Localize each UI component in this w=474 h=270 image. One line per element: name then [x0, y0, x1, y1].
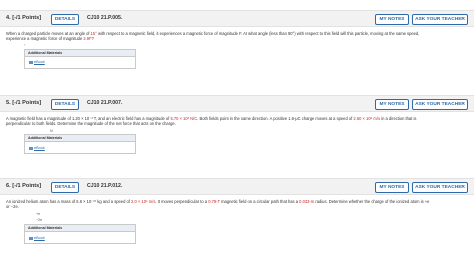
ebook-link[interactable]: eBook	[29, 236, 45, 240]
additional-materials: Additional Materials eBook	[24, 49, 136, 69]
option-minus-2e[interactable]: −2e	[36, 218, 42, 222]
ask-your-teacher-button[interactable]: ASK YOUR TEACHER	[412, 99, 468, 110]
additional-materials-title: Additional Materials	[25, 50, 135, 57]
question-text: When a charged particle moves at an angl…	[6, 31, 420, 42]
additional-materials-title: Additional Materials	[25, 135, 135, 142]
ebook-link[interactable]: eBook	[29, 60, 45, 64]
question-header: 6. [-/1 Points] DETAILS CJ10 21.P.012. M…	[0, 178, 474, 195]
additional-materials: Additional Materials eBook	[24, 224, 136, 244]
question-number-points: 6. [-/1 Points]	[6, 183, 42, 189]
question-header: 5. [-/1 Points] DETAILS CJ10 21.P.007. M…	[0, 95, 474, 112]
question-id: CJ10 21.P.007.	[87, 100, 123, 106]
angle-unit-hint: °	[24, 44, 26, 48]
question-header: 4. [-/1 Points] DETAILS CJ10 21.P.005. M…	[0, 10, 474, 27]
question-number-points: 5. [-/1 Points]	[6, 100, 42, 106]
ebook-icon	[29, 236, 33, 240]
my-notes-button[interactable]: MY NOTES	[375, 14, 409, 25]
my-notes-button[interactable]: MY NOTES	[375, 182, 409, 193]
question-text: An ionized helium atom has a mass of 6.6…	[6, 199, 430, 210]
my-notes-button[interactable]: MY NOTES	[375, 99, 409, 110]
ebook-icon	[29, 60, 33, 64]
option-plus-e[interactable]: +e	[36, 212, 40, 216]
details-button[interactable]: DETAILS	[51, 14, 79, 25]
question-number-points: 4. [-/1 Points]	[6, 15, 42, 21]
additional-materials: Additional Materials eBook	[24, 134, 136, 154]
ask-your-teacher-button[interactable]: ASK YOUR TEACHER	[412, 182, 468, 193]
additional-materials-title: Additional Materials	[25, 225, 135, 232]
ask-your-teacher-button[interactable]: ASK YOUR TEACHER	[412, 14, 468, 25]
details-button[interactable]: DETAILS	[51, 99, 79, 110]
details-button[interactable]: DETAILS	[51, 182, 79, 193]
question-id: CJ10 21.P.005.	[87, 15, 123, 21]
question-text: A magnetic field has a magnitude of 1.20…	[6, 116, 417, 127]
question-id: CJ10 21.P.012.	[87, 183, 123, 189]
ebook-icon	[29, 146, 33, 150]
unit-hint: N	[50, 129, 53, 133]
ebook-link[interactable]: eBook	[29, 146, 45, 150]
